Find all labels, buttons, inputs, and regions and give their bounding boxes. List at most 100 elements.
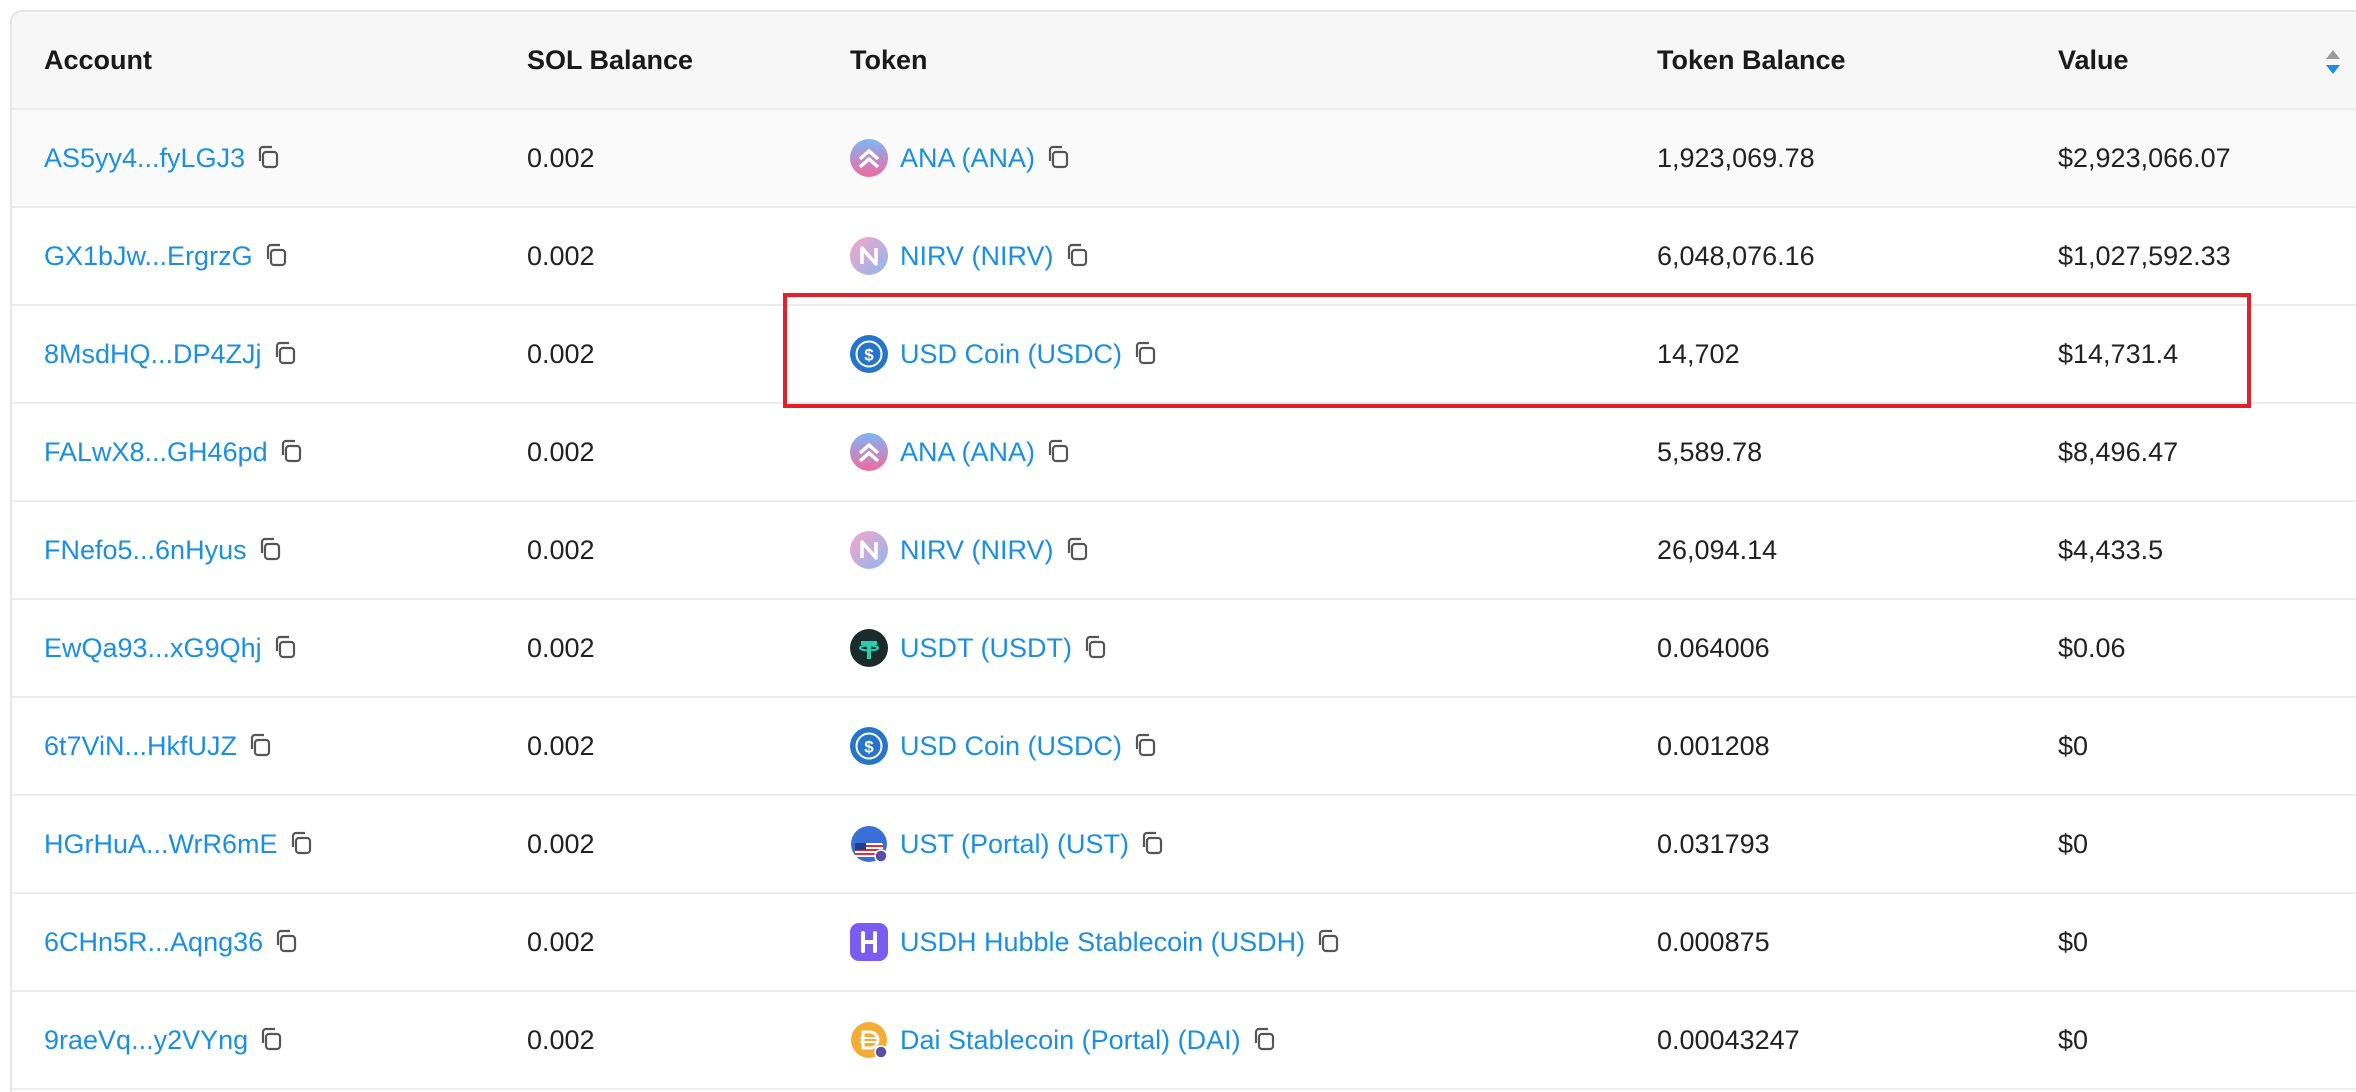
token-link[interactable]: USDH Hubble Stablecoin (USDH) bbox=[900, 927, 1305, 958]
svg-text:$: $ bbox=[864, 346, 874, 365]
token-link[interactable]: USDT (USDT) bbox=[900, 633, 1072, 664]
table-row: GX1bJw...ErgrzG 0.002 NIRV (NIRV) 6,048,076… bbox=[12, 208, 2356, 306]
token-balance-cell: 6,048,076.16 bbox=[1657, 208, 1815, 304]
token-cell: $ USD Coin (USDC) bbox=[850, 698, 1158, 794]
sol-balance-cell: 0.002 bbox=[527, 110, 595, 206]
table-body: AS5yy4...fyLGJ3 0.002 ANA (ANA) 1,923,069.7… bbox=[12, 110, 2356, 1090]
value-amount: $1,027,592.33 bbox=[2058, 240, 2231, 271]
value-cell: $0 bbox=[2058, 992, 2088, 1088]
value-cell: $0 bbox=[2058, 894, 2088, 990]
value-cell: $1,027,592.33 bbox=[2058, 208, 2231, 304]
account-link[interactable]: HGrHuA...WrR6mE bbox=[44, 829, 278, 860]
copy-icon[interactable] bbox=[253, 240, 289, 273]
copy-icon[interactable] bbox=[1305, 926, 1341, 959]
copy-icon[interactable] bbox=[245, 142, 281, 175]
header-value[interactable]: Value bbox=[2058, 12, 2129, 108]
header-token-balance: Token Balance bbox=[1657, 45, 1846, 75]
token-link[interactable]: ANA (ANA) bbox=[900, 437, 1035, 468]
account-link[interactable]: FNefo5...6nHyus bbox=[44, 535, 247, 566]
value-cell: $0 bbox=[2058, 796, 2088, 892]
sol-balance-value: 0.002 bbox=[527, 240, 595, 271]
token-logo-icon bbox=[850, 923, 888, 961]
token-balance-value: 0.001208 bbox=[1657, 730, 1770, 761]
account-link[interactable]: 6t7ViN...HkfUJZ bbox=[44, 731, 237, 762]
copy-icon[interactable] bbox=[1122, 730, 1158, 763]
account-cell: FALwX8...GH46pd bbox=[44, 404, 304, 500]
sol-balance-cell: 0.002 bbox=[527, 894, 595, 990]
account-link[interactable]: AS5yy4...fyLGJ3 bbox=[44, 143, 245, 174]
header-token: Token bbox=[850, 45, 928, 75]
token-balance-cell: 0.00043247 bbox=[1657, 992, 1800, 1088]
token-balance-value: 0.000875 bbox=[1657, 926, 1770, 957]
value-amount: $0 bbox=[2058, 926, 2089, 957]
token-cell: ANA (ANA) bbox=[850, 110, 1071, 206]
value-amount: $14,731.4 bbox=[2058, 338, 2179, 369]
token-balance-value: 0.00043247 bbox=[1657, 1024, 1800, 1055]
table-row: 9raeVq...y2VYng 0.002 Dai Stablecoin (Port… bbox=[12, 992, 2356, 1090]
token-balance-cell: 1,923,069.78 bbox=[1657, 110, 1815, 206]
account-link[interactable]: 8MsdHQ...DP4ZJj bbox=[44, 339, 262, 370]
table-row: FALwX8...GH46pd 0.002 ANA (ANA) 5,589.78 $8,… bbox=[12, 404, 2356, 502]
token-logo-icon bbox=[850, 139, 888, 177]
copy-icon[interactable] bbox=[1035, 142, 1071, 175]
sol-balance-value: 0.002 bbox=[527, 730, 595, 761]
copy-icon[interactable] bbox=[1054, 534, 1090, 567]
value-amount: $4,433.5 bbox=[2058, 534, 2164, 565]
account-cell: GX1bJw...ErgrzG bbox=[44, 208, 289, 304]
copy-icon[interactable] bbox=[1072, 632, 1108, 665]
account-cell: 6CHn5R...Aqng36 bbox=[44, 894, 299, 990]
token-link[interactable]: Dai Stablecoin (Portal) (DAI) bbox=[900, 1025, 1241, 1056]
token-link[interactable]: USD Coin (USDC) bbox=[900, 731, 1122, 762]
token-balance-value: 0.031793 bbox=[1657, 828, 1770, 859]
token-link[interactable]: UST (Portal) (UST) bbox=[900, 829, 1129, 860]
value-amount: $0 bbox=[2058, 1024, 2089, 1055]
copy-icon[interactable] bbox=[247, 534, 283, 567]
copy-icon[interactable] bbox=[262, 632, 298, 665]
token-logo-icon bbox=[850, 629, 888, 667]
sort-icon[interactable] bbox=[2324, 48, 2342, 76]
token-balance-value: 1,923,069.78 bbox=[1657, 142, 1815, 173]
copy-icon[interactable] bbox=[1122, 338, 1158, 371]
copy-icon[interactable] bbox=[262, 338, 298, 371]
account-cell: HGrHuA...WrR6mE bbox=[44, 796, 314, 892]
token-balance-value: 14,702 bbox=[1657, 338, 1740, 369]
token-balance-value: 6,048,076.16 bbox=[1657, 240, 1815, 271]
account-cell: FNefo5...6nHyus bbox=[44, 502, 283, 598]
value-amount: $2,923,066.07 bbox=[2058, 142, 2231, 173]
token-logo-icon bbox=[850, 237, 888, 275]
table-row: 6CHn5R...Aqng36 0.002 USDH Hubble Stableco… bbox=[12, 894, 2356, 992]
token-balance-value: 26,094.14 bbox=[1657, 534, 1778, 565]
account-link[interactable]: 6CHn5R...Aqng36 bbox=[44, 927, 263, 958]
token-link[interactable]: USD Coin (USDC) bbox=[900, 339, 1122, 370]
token-link[interactable]: NIRV (NIRV) bbox=[900, 535, 1054, 566]
copy-icon[interactable] bbox=[237, 730, 273, 763]
copy-icon[interactable] bbox=[263, 926, 299, 959]
token-link[interactable]: ANA (ANA) bbox=[900, 143, 1035, 174]
account-link[interactable]: FALwX8...GH46pd bbox=[44, 437, 268, 468]
token-balance-cell: 0.000875 bbox=[1657, 894, 1770, 990]
copy-icon[interactable] bbox=[268, 436, 304, 469]
sol-balance-value: 0.002 bbox=[527, 828, 595, 859]
value-amount: $8,496.47 bbox=[2058, 436, 2179, 467]
token-link[interactable]: NIRV (NIRV) bbox=[900, 241, 1054, 272]
sol-balance-cell: 0.002 bbox=[527, 306, 595, 402]
table-row: 6t7ViN...HkfUJZ 0.002 $ USD Coin (USDC) 0.00… bbox=[12, 698, 2356, 796]
token-balance-value: 0.064006 bbox=[1657, 632, 1770, 663]
copy-icon[interactable] bbox=[1054, 240, 1090, 273]
sol-balance-cell: 0.002 bbox=[527, 600, 595, 696]
token-logo-icon bbox=[850, 825, 888, 863]
token-logo-icon bbox=[850, 1021, 888, 1059]
copy-icon[interactable] bbox=[1129, 828, 1165, 861]
copy-icon[interactable] bbox=[1035, 436, 1071, 469]
copy-icon[interactable] bbox=[278, 828, 314, 861]
account-cell: AS5yy4...fyLGJ3 bbox=[44, 110, 281, 206]
sol-balance-value: 0.002 bbox=[527, 338, 595, 369]
account-link[interactable]: GX1bJw...ErgrzG bbox=[44, 241, 253, 272]
token-balance-cell: 0.031793 bbox=[1657, 796, 1770, 892]
sol-balance-cell: 0.002 bbox=[527, 208, 595, 304]
account-link[interactable]: 9raeVq...y2VYng bbox=[44, 1025, 248, 1056]
account-link[interactable]: EwQa93...xG9Qhj bbox=[44, 633, 262, 664]
copy-icon[interactable] bbox=[248, 1024, 284, 1057]
copy-icon[interactable] bbox=[1241, 1024, 1277, 1057]
sol-balance-cell: 0.002 bbox=[527, 992, 595, 1088]
